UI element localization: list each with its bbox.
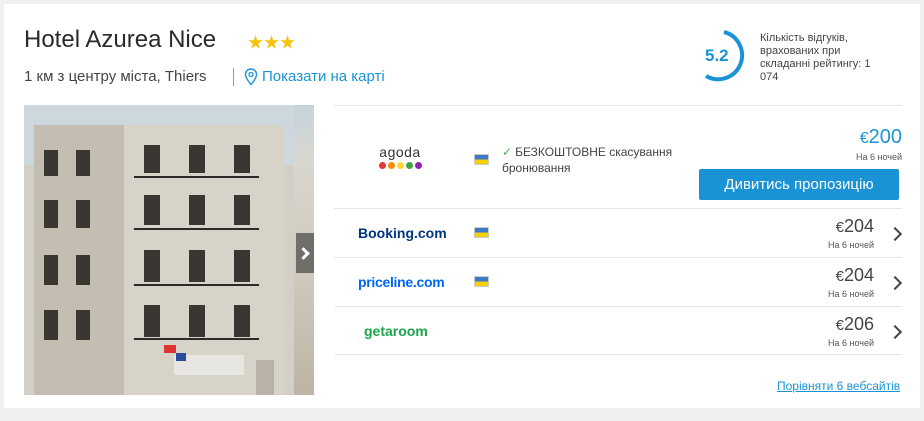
offer-price[interactable]: €204 — [836, 265, 874, 286]
price-value: 204 — [843, 216, 874, 236]
view-deal-button[interactable]: Дивитись пропозицію — [699, 169, 899, 200]
price-value: 206 — [843, 314, 874, 334]
nights-label: На 6 ночей — [855, 152, 902, 162]
offers-list: agoda ✓ БЕЗКОШТОВНЕ скасування бронювання… — [334, 105, 903, 355]
currency: € — [859, 130, 869, 147]
chevron-right-icon[interactable] — [887, 226, 903, 242]
rating-score[interactable]: 5.2 — [705, 46, 729, 66]
offer-price[interactable]: €206 — [836, 314, 874, 335]
ukraine-flag-icon — [474, 276, 489, 287]
priceline-logo: priceline.com — [358, 274, 445, 290]
nights-label: На 6 ночей — [827, 240, 874, 250]
booking-logo: Booking.com — [358, 225, 447, 241]
hotel-stars — [248, 35, 295, 50]
star-icon — [248, 35, 263, 49]
provider-name: agoda — [379, 144, 421, 160]
free-cancellation-text: БЕЗКОШТОВНЕ скасування бронювання — [502, 145, 673, 175]
hotel-location: 1 км з центру міста, Thiers — [24, 68, 207, 85]
rating-description: Кількість відгуків, врахованих при склад… — [760, 32, 871, 83]
agoda-dots — [376, 162, 424, 169]
getaroom-logo: getaroom — [364, 323, 428, 339]
offer-row-priceline[interactable]: priceline.com €204 На 6 ночей — [334, 257, 903, 306]
map-pin-icon — [244, 68, 258, 91]
currency: € — [835, 317, 844, 334]
star-icon — [264, 35, 279, 49]
price-value: 200 — [868, 126, 902, 148]
offer-row-booking[interactable]: Booking.com €204 На 6 ночей — [334, 208, 903, 257]
chevron-right-icon — [297, 246, 310, 260]
offer-row-agoda[interactable]: agoda ✓ БЕЗКОШТОВНЕ скасування бронювання… — [334, 105, 902, 208]
hotel-card: Hotel Azurea Nice 1 км з центру міста, T… — [4, 4, 920, 408]
price-value: 204 — [843, 265, 874, 285]
divider — [233, 68, 234, 86]
hotel-name[interactable]: Hotel Azurea Nice — [24, 26, 216, 54]
nights-label: На 6 ночей — [827, 338, 874, 348]
nights-label: На 6 ночей — [827, 289, 874, 299]
offer-price[interactable]: €204 — [836, 216, 874, 237]
hotel-building-image — [24, 105, 294, 395]
offer-price[interactable]: €200 — [860, 126, 902, 149]
chevron-right-icon[interactable] — [887, 324, 903, 340]
photo-next-button[interactable] — [296, 233, 314, 273]
show-on-map-link[interactable]: Показати на карті — [262, 68, 385, 85]
ukraine-flag-icon — [474, 227, 489, 238]
free-cancellation-note: ✓ БЕЗКОШТОВНЕ скасування бронювання — [502, 144, 697, 176]
compare-sites-link[interactable]: Порівняти 6 вебсайтів — [777, 379, 900, 393]
offer-row-getaroom[interactable]: getaroom €206 На 6 ночей — [334, 306, 903, 355]
agoda-logo: agoda — [376, 144, 424, 169]
currency: € — [835, 219, 844, 236]
currency: € — [835, 268, 844, 285]
check-icon: ✓ — [502, 145, 513, 159]
chevron-right-icon[interactable] — [887, 275, 903, 291]
star-icon — [280, 35, 295, 49]
ukraine-flag-icon — [474, 154, 489, 165]
hotel-photo[interactable] — [24, 105, 314, 395]
